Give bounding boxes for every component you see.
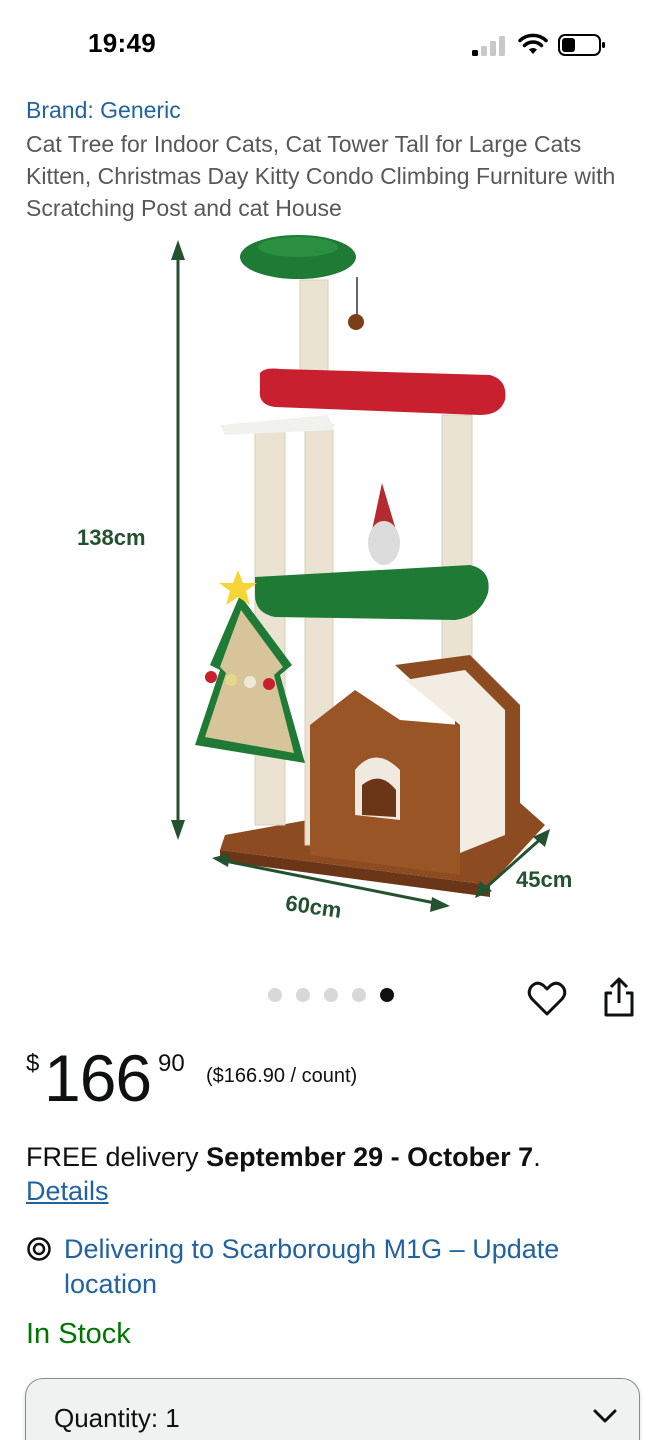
height-label: 138cm (77, 525, 146, 550)
width-label: 60cm (284, 890, 343, 923)
carousel-dot-active[interactable] (380, 988, 394, 1002)
price-per-unit: ($166.90 / count) (206, 1065, 358, 1087)
delivery-details-link[interactable]: Details (26, 1176, 109, 1207)
location-pin-icon[interactable] (26, 1236, 52, 1262)
product-image[interactable]: 138cm 60cm 45cm (60, 225, 605, 950)
price-fraction: 90 (158, 1050, 185, 1077)
delivery-suffix: . (533, 1142, 541, 1172)
height-dimension-arrow (171, 240, 185, 840)
carousel-dot[interactable] (352, 988, 366, 1002)
green-platform (255, 565, 489, 620)
stock-status: In Stock (26, 1318, 131, 1350)
share-icon[interactable] (600, 975, 638, 1019)
signal-icon (472, 36, 505, 56)
image-carousel-dots[interactable] (268, 988, 394, 1002)
brand-link[interactable]: Brand: Generic (26, 97, 181, 124)
quantity-label: Quantity: 1 (54, 1403, 180, 1433)
battery-icon (558, 34, 605, 56)
delivery-info: FREE delivery September 29 - October 7. (26, 1140, 641, 1174)
heart-icon[interactable] (526, 978, 568, 1020)
carousel-dot[interactable] (324, 988, 338, 1002)
red-platform (259, 368, 506, 415)
delivery-prefix: FREE delivery (26, 1142, 207, 1172)
depth-label: 45cm (516, 867, 572, 892)
carousel-dot[interactable] (296, 988, 310, 1002)
delivery-location-link[interactable]: Delivering to Scarborough M1G – Update l… (64, 1232, 634, 1302)
status-time: 19:49 (88, 28, 156, 58)
product-title: Cat Tree for Indoor Cats, Cat Tower Tall… (26, 131, 616, 221)
wifi-icon (518, 33, 548, 54)
price-whole: 166 (44, 1041, 152, 1115)
carousel-dot[interactable] (268, 988, 282, 1002)
chevron-down-icon (593, 1409, 617, 1423)
price-currency-symbol: $ (26, 1050, 40, 1077)
quantity-dropdown[interactable]: Quantity: 1 (25, 1378, 640, 1440)
status-bar: 19:49 (0, 0, 665, 90)
delivery-dates: September 29 - October 7 (206, 1142, 534, 1172)
